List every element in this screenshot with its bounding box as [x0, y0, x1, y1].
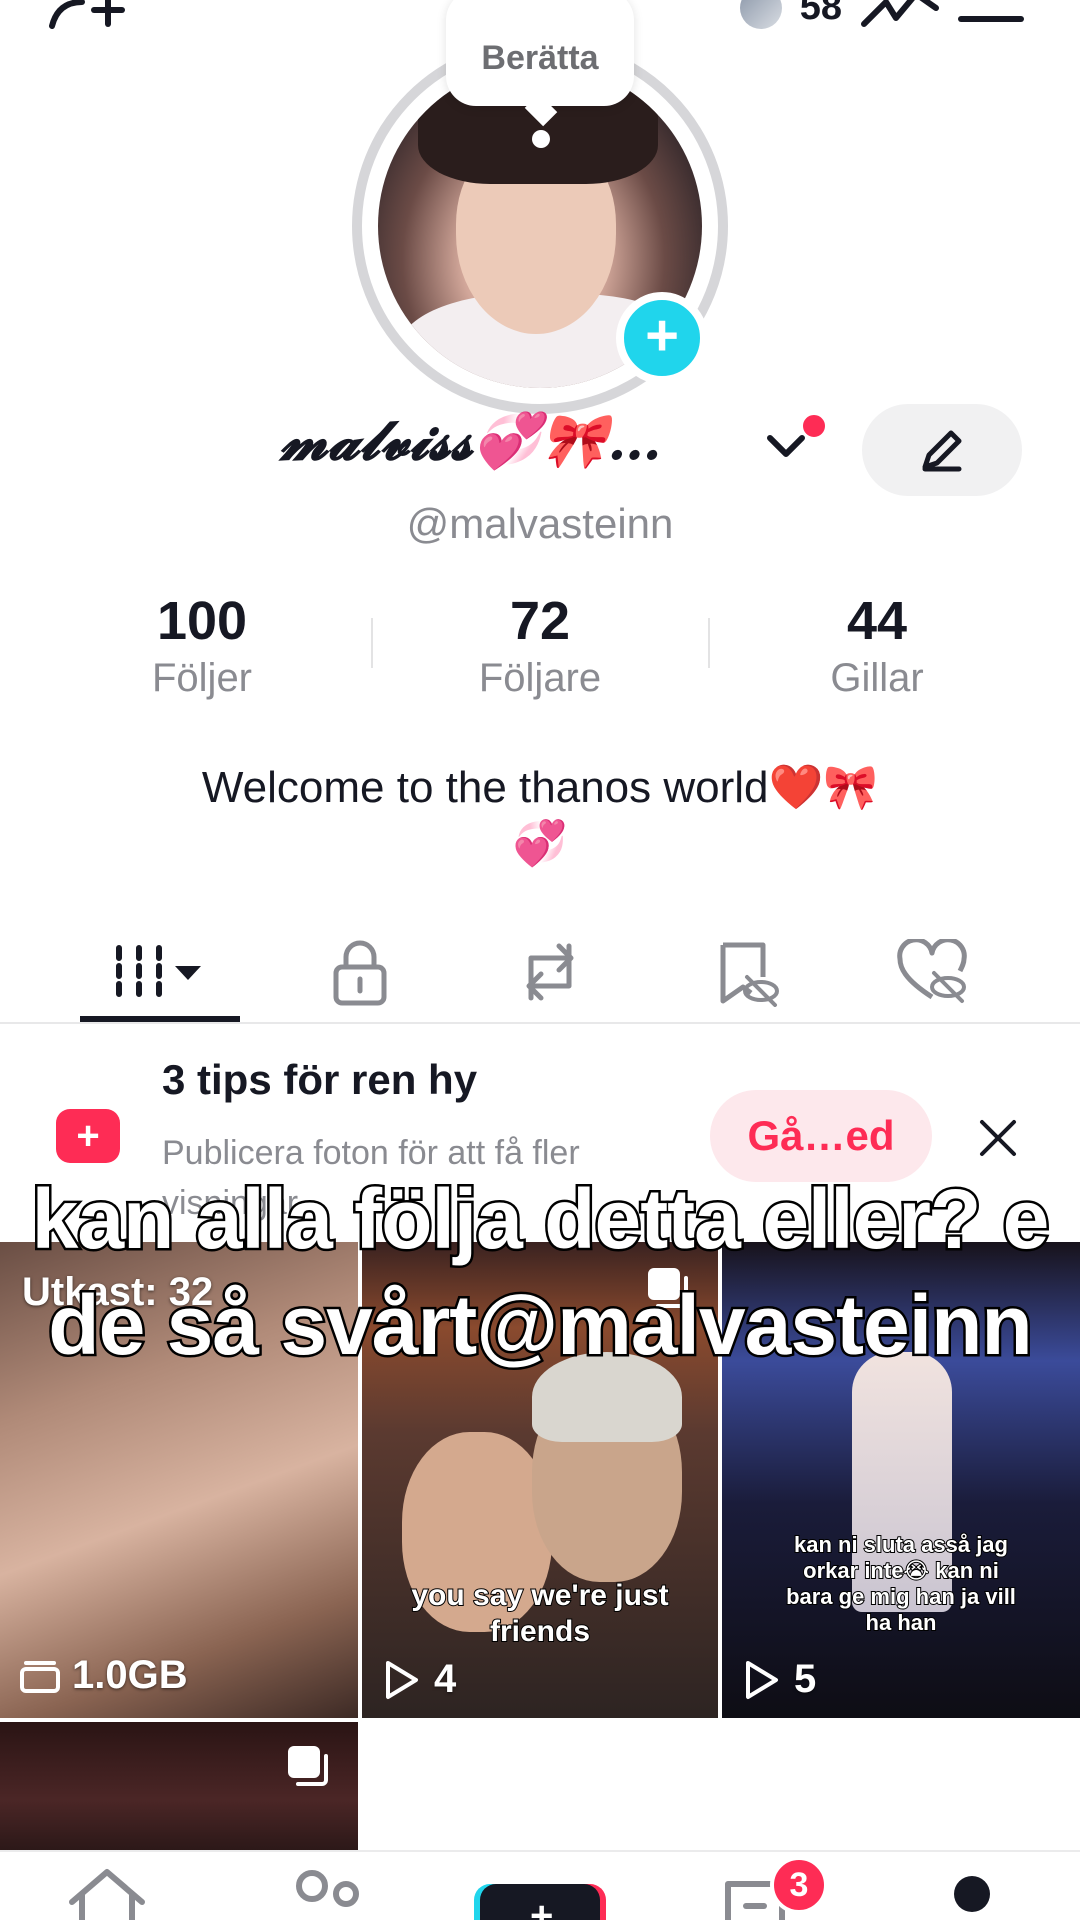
play-icon	[746, 1660, 778, 1699]
trend-icon[interactable]	[860, 0, 940, 28]
create-post-icon: +	[56, 1109, 120, 1163]
bio-line: 💞	[512, 819, 568, 868]
story-prompt-text: Berätta	[481, 38, 599, 77]
close-icon[interactable]	[976, 1116, 1020, 1160]
profile-tabs	[0, 920, 1080, 1024]
friends-icon[interactable]	[292, 1866, 366, 1920]
story-viewer-avatar[interactable]	[739, 0, 782, 29]
pencil-icon	[922, 430, 962, 472]
video-tile[interactable]	[0, 1722, 358, 1852]
lock-icon	[333, 940, 387, 1006]
story-viewer-count[interactable]: 58	[800, 0, 842, 29]
profile-stats: 100 Följer 72 Följare 44 Gillar	[0, 590, 1080, 710]
notification-dot	[800, 412, 828, 440]
bio[interactable]: Welcome to the thanos world❤️🎀 💞	[0, 760, 1080, 872]
stat-followers[interactable]: 72 Följare	[400, 590, 680, 701]
storage-size: 1.0GB	[72, 1653, 188, 1697]
view-count-value: 4	[434, 1657, 457, 1701]
bottom-nav: +	[0, 1850, 1080, 1920]
overlay-caption: kan alla följa detta eller? e de så svår…	[29, 1170, 1052, 1375]
view-count: 5	[744, 1657, 816, 1702]
stat-likes[interactable]: 44 Gillar	[737, 590, 1017, 701]
storage-info: 1.0GB	[20, 1653, 188, 1698]
repost-icon	[526, 943, 574, 1001]
storage-icon	[20, 1660, 60, 1693]
create-button[interactable]: +	[474, 1884, 606, 1920]
videos-grid-icon	[116, 945, 201, 1001]
bubble-dot	[532, 130, 550, 148]
username: @malvasteinn	[406, 500, 674, 547]
tips-title: 3 tips för ren hy	[162, 1056, 478, 1103]
stat-value: 72	[509, 591, 571, 651]
play-icon	[386, 1660, 418, 1699]
plus-icon: +	[645, 303, 679, 368]
multi-photo-icon	[288, 1746, 328, 1786]
video-caption: you say we're just friends	[410, 1578, 669, 1649]
stat-value: 44	[846, 591, 908, 651]
plus-icon: +	[530, 1894, 554, 1920]
tab-liked[interactable]	[852, 920, 1012, 1024]
display-name[interactable]: 𝓶𝓪𝓵𝓿𝓲𝓼𝓼💞🎀…	[280, 408, 662, 473]
stat-divider	[708, 618, 710, 668]
bio-line: Welcome to the thanos world❤️🎀	[201, 763, 879, 812]
edit-profile-button[interactable]	[862, 404, 1022, 496]
tab-reposts[interactable]	[470, 920, 630, 1024]
home-icon[interactable]	[66, 1866, 148, 1920]
video-caption: kan ni sluta asså jag orkar inte😭 kan ni…	[785, 1531, 1017, 1636]
story-prompt-bubble[interactable]: Berätta	[446, 0, 634, 106]
add-story-button[interactable]: +	[616, 292, 708, 384]
tab-private[interactable]	[280, 920, 440, 1024]
active-tab-indicator	[80, 1016, 240, 1022]
add-friend-icon[interactable]	[48, 0, 128, 32]
tab-favorites[interactable]	[666, 920, 826, 1024]
favorites-hidden-icon	[720, 942, 779, 1007]
stat-divider	[371, 618, 373, 668]
view-count: 4	[384, 1657, 456, 1702]
inbox-badge: 3	[770, 1856, 828, 1914]
tab-videos[interactable]	[80, 920, 240, 1024]
stat-following[interactable]: 100 Följer	[62, 590, 342, 701]
liked-hidden-icon	[897, 939, 967, 1003]
view-count-value: 5	[794, 1657, 817, 1701]
menu-icon[interactable]	[958, 0, 1024, 28]
stat-label: Gillar	[830, 656, 924, 700]
stat-label: Följer	[151, 656, 253, 700]
stat-value: 100	[156, 591, 248, 651]
stat-label: Följare	[478, 656, 602, 700]
profile-icon[interactable]	[950, 1874, 994, 1920]
